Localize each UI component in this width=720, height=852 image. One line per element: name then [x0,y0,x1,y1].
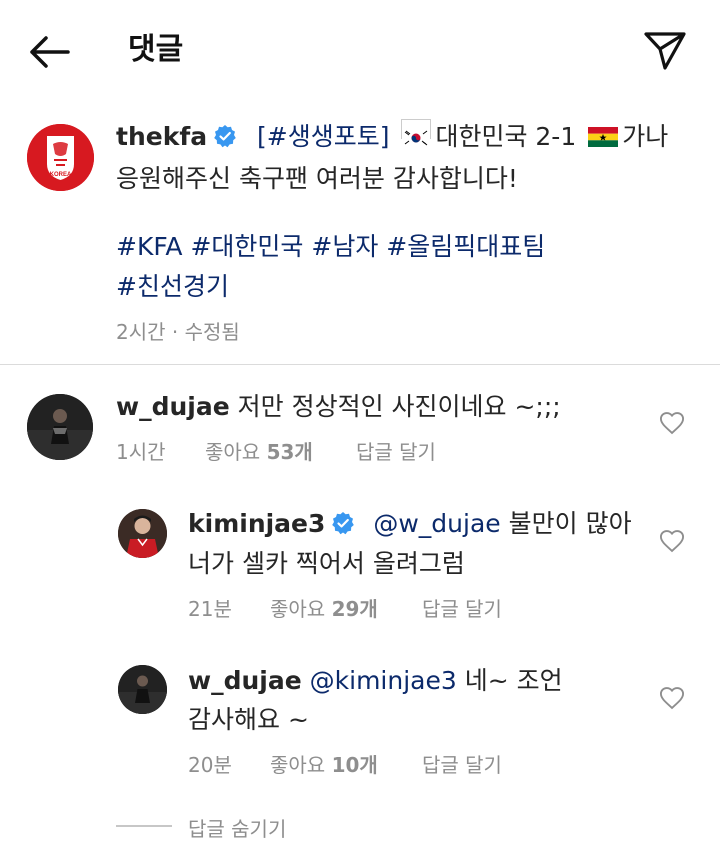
send-icon [644,32,686,70]
reply-button[interactable]: 답글 달기 [422,593,502,622]
reply-button[interactable]: 답글 달기 [422,749,502,778]
heart-icon [659,530,685,553]
hashtags-line2: #친선경기 [116,268,229,306]
username[interactable]: kiminjae3 [188,509,325,538]
kfa-logo-icon: KOREA [27,124,94,191]
reply-text-line1: w_dujae @kiminjae3 네~ 조언 [188,662,648,700]
post-time: 2시간 [116,320,166,344]
ghana-flag-icon [588,120,619,147]
share-button[interactable] [636,24,692,72]
user-photo-icon [27,394,93,460]
reply-text: 네~ 조언 [464,666,563,695]
comment-text: 저만 정상적인 사진이네요 ~;;; [237,392,561,421]
likes-count[interactable]: 좋아요 29개 [270,593,378,622]
hide-replies-button[interactable]: 답글 숨기기 [188,813,286,842]
hashtag-link[interactable]: #친선경기 [116,272,229,301]
back-arrow-icon [30,36,70,68]
avatar[interactable]: KOREA [27,124,94,191]
heart-icon [659,412,685,435]
hashtag-link[interactable]: #올림픽대표팀 [386,232,545,261]
post-caption-line1: thekfa [#생생포토] 대한민국 2-1 가나 [116,118,706,159]
page-title: 댓글 [128,32,184,67]
avatar-text: KOREA [50,172,72,178]
reply-time: 20분 [188,753,232,777]
hide-replies-line [116,825,172,827]
divider [0,364,720,365]
user-photo-icon [118,509,167,558]
likes-count[interactable]: 좋아요 53개 [205,436,313,465]
hashtag-link[interactable]: #KFA [116,232,183,261]
verified-icon [331,508,355,546]
mention-link[interactable]: @kiminjae3 [310,666,457,695]
verified-icon [213,121,237,159]
hashtag-link[interactable]: [#생생포토] [257,122,389,151]
reply-text-line2: 감사해요 ~ [188,705,309,734]
back-button[interactable] [20,28,76,76]
reply-time: 21분 [188,597,232,621]
edited-label: · 수정됨 [171,320,240,344]
like-button[interactable] [658,684,686,712]
reply-text-line2: 너가 셀카 찍어서 올려그럼 [188,549,465,578]
comment-meta: 1시간 [116,436,166,465]
korea-flag-icon [401,119,432,147]
like-button[interactable] [658,409,686,437]
post-meta: 2시간 · 수정됨 [116,316,240,345]
like-button[interactable] [658,527,686,555]
comment-text-line: w_dujae 저만 정상적인 사진이네요 ~;;; [116,388,561,426]
user-photo-icon [118,665,167,714]
reply-button[interactable]: 답글 달기 [356,436,436,465]
hashtag-link[interactable]: #남자 [311,232,378,261]
mention-link[interactable]: @w_dujae [373,509,500,538]
username[interactable]: w_dujae [188,666,302,695]
match-score-text: 대한민국 2-1 [435,122,577,151]
heart-icon [659,687,685,710]
likes-count[interactable]: 좋아요 10개 [270,749,378,778]
avatar[interactable] [118,665,167,714]
hashtag-link[interactable]: #대한민국 [190,232,303,261]
reply-text: 불만이 많아 [508,509,632,538]
username[interactable]: w_dujae [116,392,230,421]
username[interactable]: thekfa [116,122,207,151]
reply-text-line1: kiminjae3 @w_dujae 불만이 많아 [188,505,648,546]
comment-time: 1시간 [116,440,166,464]
opponent-text: 가나 [622,122,669,151]
post-caption-line2: 응원해주신 축구팬 여러분 감사합니다! [116,164,518,193]
hashtags-line1: #KFA #대한민국 #남자 #올림픽대표팀 [116,228,545,266]
avatar[interactable] [118,509,167,558]
avatar[interactable] [27,394,93,460]
